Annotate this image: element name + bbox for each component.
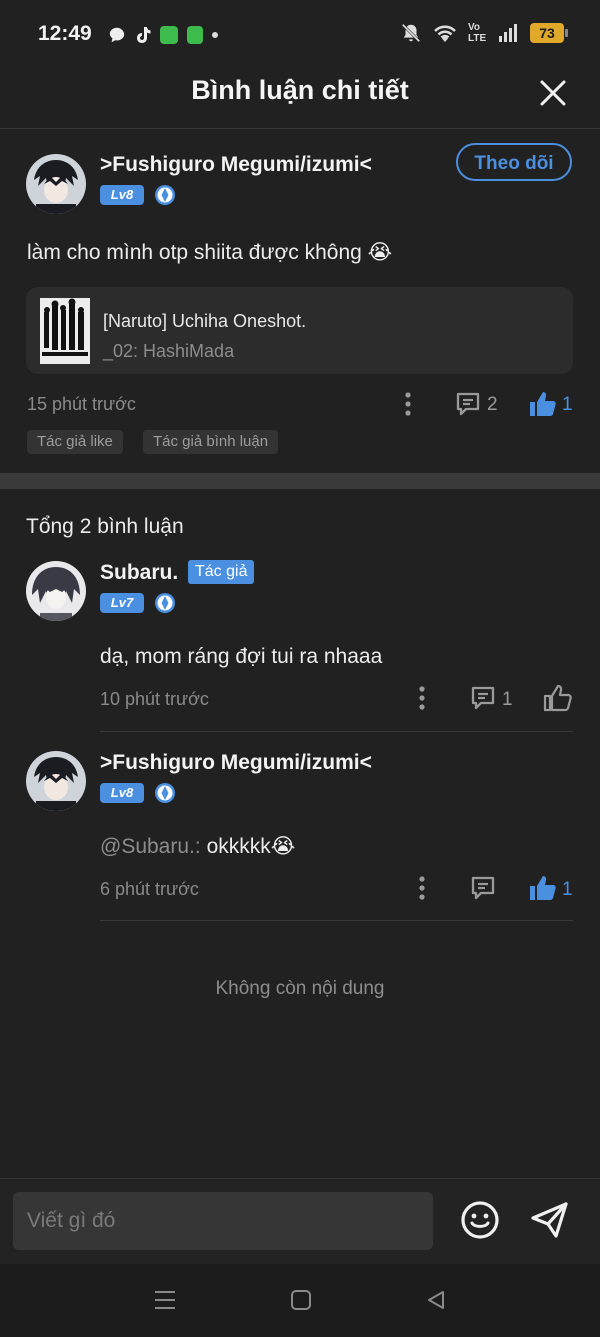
chapter-thumbnail	[40, 298, 90, 364]
username[interactable]: >Fushiguro Megumi/izumi<	[100, 751, 372, 775]
menu-icon[interactable]	[153, 1289, 177, 1311]
avatar[interactable]	[26, 154, 86, 214]
emoji-icon[interactable]	[459, 1199, 501, 1241]
level-badge: Lv8	[100, 783, 144, 803]
home-icon[interactable]	[290, 1289, 312, 1311]
avatar[interactable]	[26, 561, 86, 621]
reply-text: dạ, mom ráng đợi tui ra nhaaa	[100, 645, 383, 668]
end-of-content-label: Không còn nội dung	[215, 978, 385, 999]
send-icon[interactable]	[529, 1199, 571, 1241]
back-icon[interactable]	[425, 1289, 447, 1311]
tiktok-icon	[137, 27, 151, 43]
avatar-image	[26, 154, 86, 214]
level-badge: Lv7	[100, 593, 144, 613]
comment-text: làm cho mình otp shiita được không 😭	[27, 241, 393, 264]
avatar[interactable]	[26, 751, 86, 811]
reply-icon[interactable]	[454, 390, 482, 418]
comment-input[interactable]	[13, 1192, 433, 1250]
reply-count: 2	[487, 394, 498, 415]
chapter-title: [Naruto] Uchiha Oneshot.	[103, 311, 307, 331]
author-badge: Tác giả	[188, 560, 255, 584]
username[interactable]: Subaru.	[100, 561, 178, 585]
comment-time: 15 phút trước	[27, 394, 136, 414]
total-comments-label: Tổng 2 bình luận	[26, 515, 184, 538]
reply-icon[interactable]	[469, 874, 497, 902]
wifi-icon	[434, 25, 456, 42]
reply-text: okkkkk😭	[206, 835, 296, 858]
avatar-image	[26, 751, 86, 811]
reply-count: 1	[502, 689, 513, 710]
comment-input-wrapper	[13, 1192, 433, 1250]
green-app-icon	[160, 26, 178, 44]
close-icon[interactable]	[538, 78, 568, 108]
reply-time: 10 phút trước	[100, 689, 209, 709]
header-divider	[0, 128, 600, 129]
more-options-icon[interactable]	[412, 685, 432, 711]
status-bar: 12:49 Vo LTE 73	[0, 0, 600, 68]
avatar-image	[26, 561, 86, 621]
status-time: 12:49	[38, 22, 92, 45]
verified-badge-icon	[155, 593, 175, 613]
follow-button[interactable]: Theo dõi	[456, 143, 572, 181]
battery-icon: 73	[530, 23, 568, 43]
reply-text-line: @Subaru.: okkkkk😭	[100, 834, 295, 859]
dot-icon	[212, 32, 218, 38]
level-badge: Lv8	[100, 185, 144, 205]
verified-badge-icon	[155, 185, 175, 205]
page-title: Bình luận chi tiết	[191, 75, 409, 105]
reply-divider	[100, 920, 573, 921]
network-type: Vo LTE	[468, 22, 487, 44]
signal-icon	[499, 24, 517, 42]
username[interactable]: >Fushiguro Megumi/izumi<	[100, 153, 372, 177]
notification-icons	[108, 26, 218, 44]
chat-bubble-icon	[109, 27, 125, 43]
reply-divider	[100, 731, 573, 732]
chapter-card[interactable]: [Naruto] Uchiha Oneshot. _02: HashiMada	[26, 287, 573, 374]
mention[interactable]: @Subaru.:	[100, 835, 201, 858]
section-separator	[0, 473, 600, 489]
more-options-icon[interactable]	[398, 391, 418, 417]
tag-author-liked: Tác giả like	[27, 430, 123, 454]
reply-icon[interactable]	[469, 684, 497, 712]
like-outline-icon[interactable]	[542, 683, 572, 713]
more-options-icon[interactable]	[412, 875, 432, 901]
reply-time: 6 phút trước	[100, 879, 199, 899]
bell-muted-icon	[401, 23, 421, 43]
tag-author-commented: Tác giả bình luận	[143, 430, 279, 454]
verified-badge-icon	[155, 783, 175, 803]
like-filled-icon[interactable]	[527, 873, 557, 903]
like-count: 1	[562, 394, 573, 415]
like-count: 1	[562, 879, 573, 900]
chapter-subtitle: _02: HashiMada	[103, 341, 235, 361]
like-filled-icon[interactable]	[527, 389, 557, 419]
green-app-icon-2	[187, 26, 203, 44]
system-nav-bar	[0, 1264, 600, 1337]
status-right: Vo LTE 73	[400, 22, 568, 44]
